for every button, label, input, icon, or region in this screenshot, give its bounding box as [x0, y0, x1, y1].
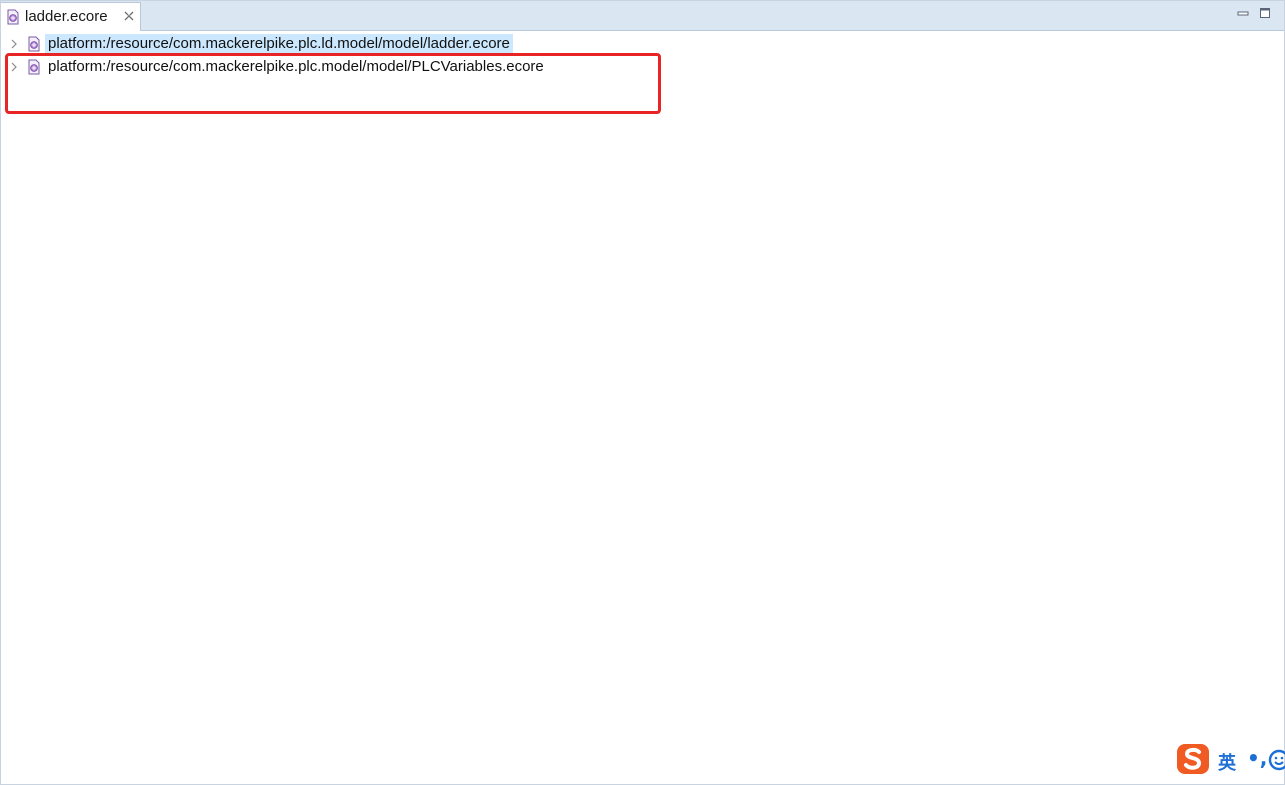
ime-punctuation-indicator[interactable]: •, [1247, 746, 1267, 770]
editor-tab-bar: ladder.ecore [1, 1, 1284, 31]
minimize-icon[interactable] [1236, 6, 1250, 20]
ecore-file-icon [7, 9, 19, 25]
smiley-icon[interactable] [1268, 749, 1285, 771]
tree-row[interactable]: platform:/resource/com.mackerelpike.plc.… [1, 33, 701, 55]
ecore-editor: ladder.ecore platform:/resource/com.mack [0, 0, 1285, 785]
chevron-right-icon[interactable] [9, 38, 19, 50]
ime-language-indicator[interactable]: 英 [1218, 749, 1236, 775]
tab-label: ladder.ecore [25, 8, 108, 25]
close-icon[interactable] [123, 10, 135, 22]
annotation-highlight-box [5, 53, 661, 114]
maximize-icon[interactable] [1258, 6, 1272, 20]
ime-toolbar[interactable]: 英 •, [1172, 742, 1285, 778]
ecore-resource-icon [28, 36, 40, 52]
tree-row-label[interactable]: platform:/resource/com.mackerelpike.plc.… [45, 34, 513, 54]
tab-ladder-ecore[interactable]: ladder.ecore [1, 2, 141, 31]
sogou-logo-icon[interactable] [1176, 743, 1210, 775]
